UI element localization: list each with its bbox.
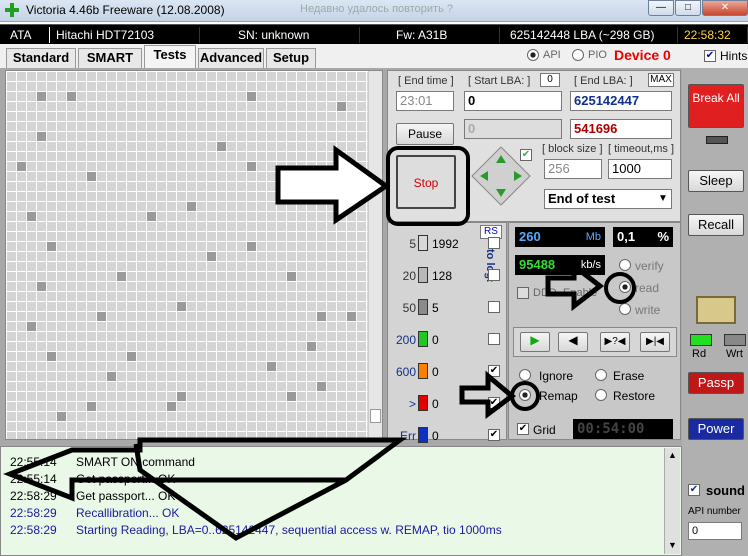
annotation-overlay — [3, 145, 636, 541]
stop-highlight — [386, 146, 470, 226]
arrow-right-icon — [459, 370, 517, 419]
arrow-right-icon — [275, 145, 391, 225]
arrow-right-icon — [545, 260, 605, 312]
read-highlight — [604, 272, 636, 304]
funnel-arrow-icon — [133, 443, 348, 541]
arrow-down-icon — [3, 437, 408, 502]
